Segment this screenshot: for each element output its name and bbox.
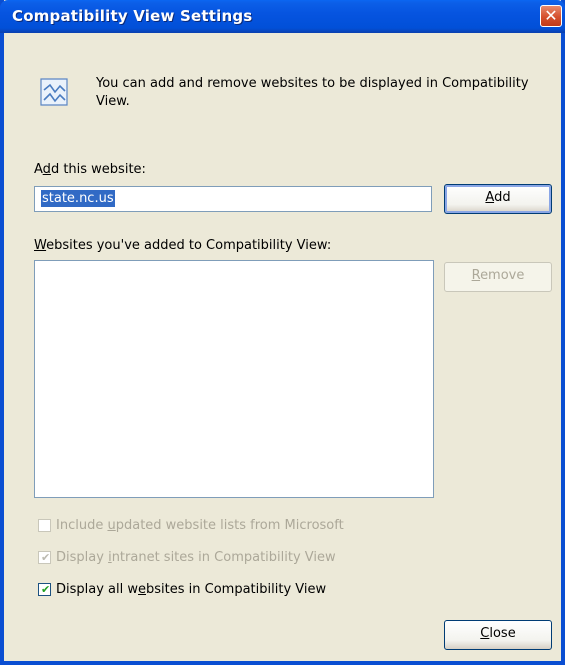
close-button[interactable]: Close: [444, 620, 552, 650]
checkmark-icon: ✔: [41, 582, 51, 596]
compatibility-view-settings-dialog: Compatibility View Settings ✕ You can ad…: [0, 0, 565, 665]
include-updated-lists-label: Include updated website lists from Micro…: [56, 517, 344, 533]
add-button[interactable]: Add: [444, 184, 552, 214]
display-intranet-label: Display intranet sites in Compatibility …: [56, 549, 336, 565]
display-all-websites-checkbox[interactable]: ✔: [38, 582, 51, 596]
websites-added-label: Websites you've added to Compatibility V…: [34, 238, 332, 253]
checkmark-icon: ✔: [41, 550, 51, 564]
display-all-websites-label: Display all websites in Compatibility Vi…: [56, 581, 327, 597]
include-updated-lists-checkbox[interactable]: [38, 518, 51, 532]
display-all-websites-option[interactable]: ✔ Display all websites in Compatibility …: [38, 579, 326, 599]
display-intranet-option[interactable]: ✔ Display intranet sites in Compatibilit…: [38, 547, 336, 567]
dialog-title: Compatibility View Settings: [12, 7, 253, 25]
add-website-label: Add this website:: [34, 162, 146, 177]
compatibility-view-page-icon: [40, 78, 68, 106]
title-bar: Compatibility View Settings ✕: [0, 0, 565, 33]
websites-list[interactable]: [34, 260, 434, 498]
website-input-value: state.nc.us: [41, 190, 115, 207]
include-updated-lists-option[interactable]: Include updated website lists from Micro…: [38, 515, 344, 535]
info-text: You can add and remove websites to be di…: [96, 76, 529, 109]
close-x-icon[interactable]: ✕: [540, 5, 562, 27]
display-intranet-checkbox[interactable]: ✔: [38, 550, 51, 564]
website-input[interactable]: state.nc.us: [34, 186, 432, 212]
remove-button[interactable]: Remove: [444, 262, 552, 292]
